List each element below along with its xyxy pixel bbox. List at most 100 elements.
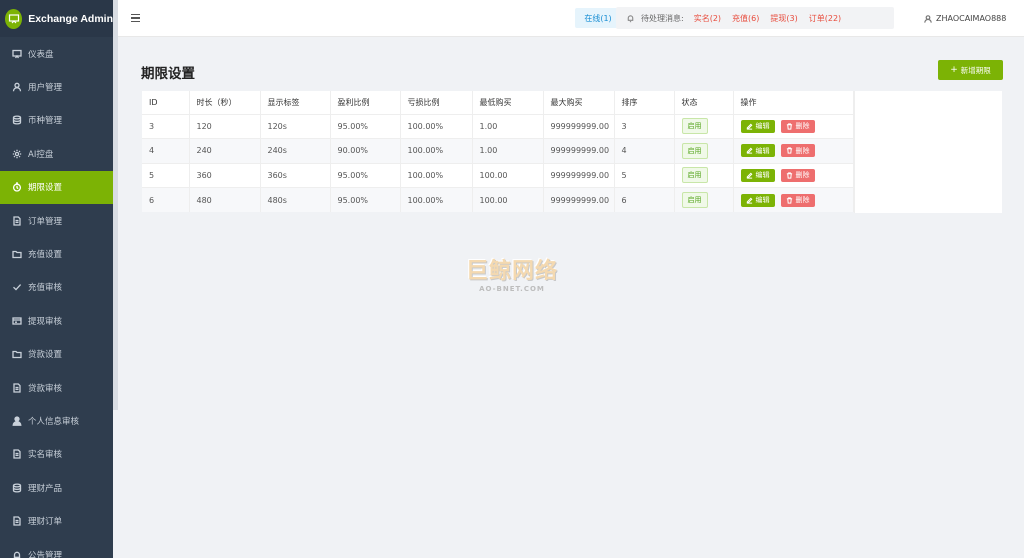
edit-label: 编辑 xyxy=(755,146,770,155)
status-cell: 启用 xyxy=(674,187,734,212)
column-header: 时长（秒） xyxy=(189,91,261,114)
sidebar-item-13[interactable]: 理财产品 xyxy=(0,471,113,504)
sidebar-item-8[interactable]: 提现审核 xyxy=(0,304,113,337)
edit-button[interactable]: 编辑 xyxy=(740,168,775,182)
pending-recharge-link[interactable]: 充值(6) xyxy=(732,13,759,24)
timer-icon xyxy=(12,182,22,192)
sidebar-item-5[interactable]: 订单管理 xyxy=(0,204,113,237)
column-header: 状态 xyxy=(674,91,734,114)
table-cell: 999999999.00 xyxy=(543,187,615,212)
table-cell: 4 xyxy=(614,138,675,163)
menu-toggle-icon[interactable] xyxy=(131,14,140,22)
sidebar-item-3[interactable]: AI控盘 xyxy=(0,137,113,170)
table-cell: 100.00 xyxy=(472,162,544,188)
table-cell: 480 xyxy=(189,187,261,212)
trash-icon xyxy=(786,172,792,179)
status-cell: 启用 xyxy=(674,113,734,139)
sidebar-item-label: 贷款设置 xyxy=(28,350,63,361)
user-icon xyxy=(12,82,22,92)
notification-bar: 待处理消息: 实名(2) 充值(6) 提现(3) 订单(22) xyxy=(616,7,894,29)
sidebar-item-label: 充值设置 xyxy=(28,250,63,261)
edit-button[interactable]: 编辑 xyxy=(740,119,775,133)
sidebar-item-10[interactable]: 贷款审核 xyxy=(0,371,113,404)
sidebar-item-label: 提现审核 xyxy=(28,316,63,327)
sidebar-item-9[interactable]: 贷款设置 xyxy=(0,338,113,371)
table-cell: 120s xyxy=(260,113,331,139)
edit-icon xyxy=(746,147,752,154)
table-cell: 999999999.00 xyxy=(543,162,615,188)
pending-realname-link[interactable]: 实名(2) xyxy=(694,13,721,24)
edit-icon xyxy=(746,123,752,130)
sidebar-item-0[interactable]: 仪表盘 xyxy=(0,37,113,70)
plus-icon: + xyxy=(950,65,958,75)
delete-button[interactable]: 删除 xyxy=(780,144,815,158)
edit-label: 编辑 xyxy=(755,196,770,204)
database-icon xyxy=(12,483,22,493)
edit-button[interactable]: 编辑 xyxy=(740,144,775,158)
sidebar-item-14[interactable]: 理财订单 xyxy=(0,504,113,537)
column-header: ID xyxy=(142,91,190,114)
sidebar-item-7[interactable]: 充值审核 xyxy=(0,271,113,304)
sidebar-menu: 仪表盘用户管理币种管理 AI控盘 期限设置 订单管理充值设置充值审核提现审核贷款设置贷… xyxy=(0,37,113,558)
sidebar-scrollbar[interactable] xyxy=(113,0,118,410)
table-empty-area xyxy=(854,91,1002,213)
sidebar-item-label: 个人信息审核 xyxy=(28,416,80,427)
column-header: 盈利比例 xyxy=(330,91,401,114)
delete-label: 删除 xyxy=(795,122,810,131)
card-icon xyxy=(12,316,22,326)
delete-button[interactable]: 删除 xyxy=(780,119,815,133)
status-badge: 启用 xyxy=(681,118,708,135)
pending-label: 待处理消息: xyxy=(641,13,684,23)
online-count-badge[interactable]: 在线(1) xyxy=(575,8,621,28)
user-menu[interactable]: ZHAOCAIMAO888 xyxy=(924,14,1006,23)
pending-withdraw-link[interactable]: 提现(3) xyxy=(770,13,797,24)
status-badge: 启用 xyxy=(681,142,708,159)
sidebar-item-12[interactable]: 实名审核 xyxy=(0,438,113,471)
table-cell: 240s xyxy=(260,138,331,163)
table-cell: 4 xyxy=(142,138,190,163)
edit-button[interactable]: 编辑 xyxy=(740,193,775,207)
watermark-title: 巨鲸网络 xyxy=(465,259,558,284)
delete-button[interactable]: 删除 xyxy=(780,193,815,207)
database-icon xyxy=(12,115,22,126)
table-cell: 5 xyxy=(614,162,675,188)
sidebar-item-6[interactable]: 充值设置 xyxy=(0,237,113,270)
watermark: 巨鲸网络 AO-BNET.COM xyxy=(464,259,560,293)
period-table-panel: ID 时长（秒） 显示标签 盈利比例 亏损比例 最低购买 最大购买 排序 状态 操作 3 120 12… xyxy=(142,91,1002,213)
edit-label: 编辑 xyxy=(755,171,770,180)
actions-cell: 编辑 删除 xyxy=(733,138,854,163)
period-table: ID 时长（秒） 显示标签 盈利比例 亏损比例 最低购买 最大购买 排序 状态 操作 3 120 12… xyxy=(142,91,854,212)
gear-icon xyxy=(12,149,22,159)
sidebar-item-2[interactable]: 币种管理 xyxy=(0,104,113,137)
brand[interactable]: Exchange Admin xyxy=(0,0,113,37)
user-icon xyxy=(924,14,932,23)
sidebar-item-label: 公告管理 xyxy=(28,550,63,558)
sidebar-item-label: 仪表盘 xyxy=(28,49,54,60)
sidebar-item-15[interactable]: 公告管理 xyxy=(0,538,113,558)
delete-button[interactable]: 删除 xyxy=(780,168,815,182)
edit-icon xyxy=(746,197,752,204)
table-cell: 240 xyxy=(189,138,261,163)
bell-icon xyxy=(626,14,635,23)
table-cell: 90.00% xyxy=(330,138,401,163)
table-cell: 6 xyxy=(142,187,190,212)
pending-orders-link[interactable]: 订单(22) xyxy=(809,13,841,24)
table-cell: 360s xyxy=(260,162,331,188)
sidebar-item-1[interactable]: 用户管理 xyxy=(0,70,113,103)
status-cell: 启用 xyxy=(674,162,734,188)
document-icon xyxy=(12,516,22,526)
sidebar-item-4[interactable]: 期限设置 xyxy=(0,170,113,204)
table-cell: 1.00 xyxy=(472,138,544,163)
watermark-url: AO-BNET.COM xyxy=(479,285,545,293)
sidebar-item-11[interactable]: 个人信息审核 xyxy=(0,404,113,437)
app-title: Exchange Admin xyxy=(28,12,113,25)
table-cell: 95.00% xyxy=(330,113,401,139)
table-header-row: ID 时长（秒） 显示标签 盈利比例 亏损比例 最低购买 最大购买 排序 状态 操作 xyxy=(142,91,854,114)
actions-cell: 编辑 删除 xyxy=(733,162,854,188)
actions-cell: 编辑 删除 xyxy=(733,187,854,212)
logo-icon xyxy=(5,8,23,29)
sidebar-item-label: 用户管理 xyxy=(28,83,63,94)
table-cell: 100.00% xyxy=(400,138,473,163)
actions-cell: 编辑 删除 xyxy=(733,113,854,139)
add-period-button[interactable]: + 新增期限 xyxy=(938,60,1003,80)
